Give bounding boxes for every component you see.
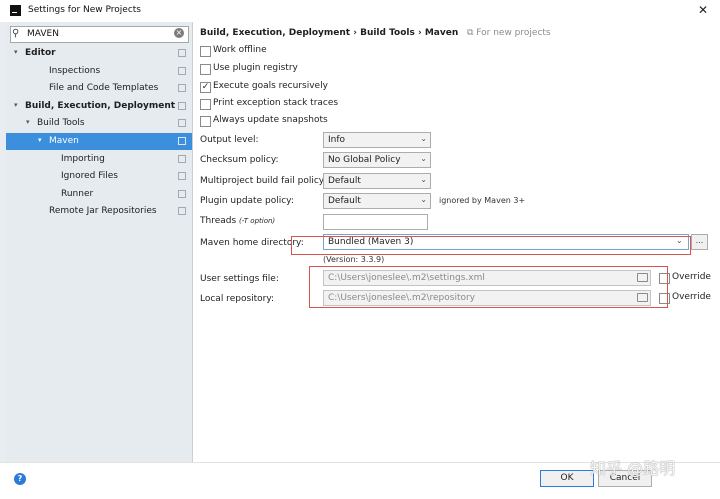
maven-home-highlight-box	[291, 236, 691, 255]
search-input[interactable]: MAVEN	[27, 29, 59, 39]
search-icon: ⚲	[12, 28, 20, 39]
window-title: Settings for New Projects	[28, 5, 141, 15]
checkbox-label: Execute goals recursively	[213, 81, 328, 91]
plugin-update-note: ignored by Maven 3+	[439, 196, 526, 205]
sidebar-item-label: Importing	[61, 153, 105, 164]
multiproject-fail-policy-value: Default	[328, 176, 361, 186]
project-config-icon	[178, 189, 186, 198]
sidebar-item-ignored-files[interactable]: Ignored Files	[6, 168, 192, 185]
clear-search-icon[interactable]: ×	[174, 28, 184, 38]
output-level-value: Info	[328, 135, 346, 145]
maven-home-browse-button[interactable]: ...	[691, 234, 708, 250]
checkbox-label: Always update snapshots	[213, 115, 328, 125]
for-new-projects-note: ⧉ For new projects	[467, 28, 551, 38]
settings-search-box[interactable]: ⚲ MAVEN ×	[10, 26, 189, 43]
expand-arrow-icon[interactable]: ▾	[14, 48, 18, 56]
project-config-icon	[178, 154, 186, 163]
chevron-down-icon: ⌄	[420, 134, 427, 143]
project-config-icon	[178, 49, 186, 57]
local-repository-label: Local repository:	[200, 294, 275, 304]
sidebar-item-label: Ignored Files	[61, 171, 118, 182]
output-level-select[interactable]: Info ⌄	[323, 132, 431, 148]
project-config-icon	[178, 84, 186, 93]
sidebar-item-editor[interactable]: ▾ Editor	[6, 45, 192, 62]
sidebar-item-build-execution-deployment[interactable]: ▾ Build, Execution, Deployment	[6, 98, 192, 115]
threads-hint: (-T option)	[239, 217, 276, 225]
help-icon[interactable]: ?	[14, 473, 26, 485]
project-config-icon	[178, 119, 186, 128]
sidebar-item-build-tools[interactable]: ▾ Build Tools	[6, 115, 192, 132]
sidebar-item-maven[interactable]: ▾ Maven	[6, 133, 192, 150]
breadcrumb: Build, Execution, Deployment › Build Too…	[200, 28, 459, 38]
breadcrumb-note-text: For new projects	[476, 28, 551, 38]
project-config-icon	[178, 137, 186, 145]
override-label: Override	[672, 292, 711, 302]
sidebar-item-label: Build Tools	[37, 118, 85, 129]
checkbox-box[interactable]	[200, 116, 211, 127]
close-icon[interactable]: ✕	[698, 3, 708, 17]
expand-arrow-icon[interactable]: ▾	[14, 101, 18, 109]
checkbox-label: Print exception stack traces	[213, 98, 339, 108]
expand-arrow-icon[interactable]: ▾	[26, 118, 30, 126]
sidebar-item-label: File and Code Templates	[49, 83, 159, 94]
checkbox-label: Use plugin registry	[213, 63, 298, 73]
checksum-policy-value: No Global Policy	[328, 155, 401, 165]
threads-input[interactable]	[323, 214, 428, 230]
multiproject-fail-policy-select[interactable]: Default ⌄	[323, 173, 431, 189]
checkbox-box[interactable]	[200, 46, 211, 57]
checksum-policy-select[interactable]: No Global Policy ⌄	[323, 152, 431, 168]
checkbox-box[interactable]	[200, 64, 211, 75]
project-config-icon	[178, 66, 186, 75]
maven-home-label: Maven home directory:	[200, 238, 304, 248]
checksum-policy-label: Checksum policy:	[200, 155, 279, 165]
sidebar-item-label: Maven	[49, 136, 79, 146]
plugin-update-policy-label: Plugin update policy:	[200, 196, 294, 206]
sidebar-item-label: Runner	[61, 188, 94, 199]
user-settings-label: User settings file:	[200, 274, 279, 284]
sidebar-item-runner[interactable]: Runner	[6, 186, 192, 203]
threads-label: Threads (-T option)	[200, 216, 275, 226]
plugin-update-policy-select[interactable]: Default ⌄	[323, 193, 431, 209]
settings-paths-highlight-box	[309, 266, 668, 308]
threads-label-text: Threads	[200, 216, 237, 226]
chevron-down-icon: ⌄	[420, 154, 427, 163]
intellij-app-icon	[10, 5, 21, 16]
sidebar-item-inspections[interactable]: Inspections	[6, 63, 192, 80]
sidebar-item-file-and-code-templates[interactable]: File and Code Templates	[6, 80, 192, 97]
checkbox-label: Work offline	[213, 45, 267, 55]
checkbox-box-checked[interactable]: ✓	[200, 82, 211, 93]
project-config-icon	[178, 207, 186, 216]
sidebar-item-label: Editor	[25, 48, 56, 58]
chevron-down-icon: ⌄	[420, 195, 427, 204]
checkbox-box[interactable]	[200, 99, 211, 110]
project-config-icon	[178, 101, 186, 110]
output-level-label: Output level:	[200, 135, 259, 145]
sidebar-item-importing[interactable]: Importing	[6, 151, 192, 168]
expand-arrow-icon[interactable]: ▾	[38, 136, 42, 144]
override-label: Override	[672, 272, 711, 282]
sidebar-item-label: Inspections	[49, 65, 101, 76]
project-config-icon	[178, 172, 186, 181]
zhihu-watermark: 知乎 @路明	[590, 459, 676, 478]
chevron-down-icon: ⌄	[420, 175, 427, 184]
maven-version-text: (Version: 3.3.9)	[323, 255, 385, 264]
sidebar-item-remote-jar-repositories[interactable]: Remote Jar Repositories	[6, 203, 192, 220]
ok-button[interactable]: OK	[540, 470, 594, 487]
plugin-update-policy-value: Default	[328, 196, 361, 206]
multiproject-fail-policy-label: Multiproject build fail policy:	[200, 176, 327, 186]
sidebar-item-label: Remote Jar Repositories	[49, 206, 157, 217]
sidebar-item-label: Build, Execution, Deployment	[25, 100, 176, 111]
